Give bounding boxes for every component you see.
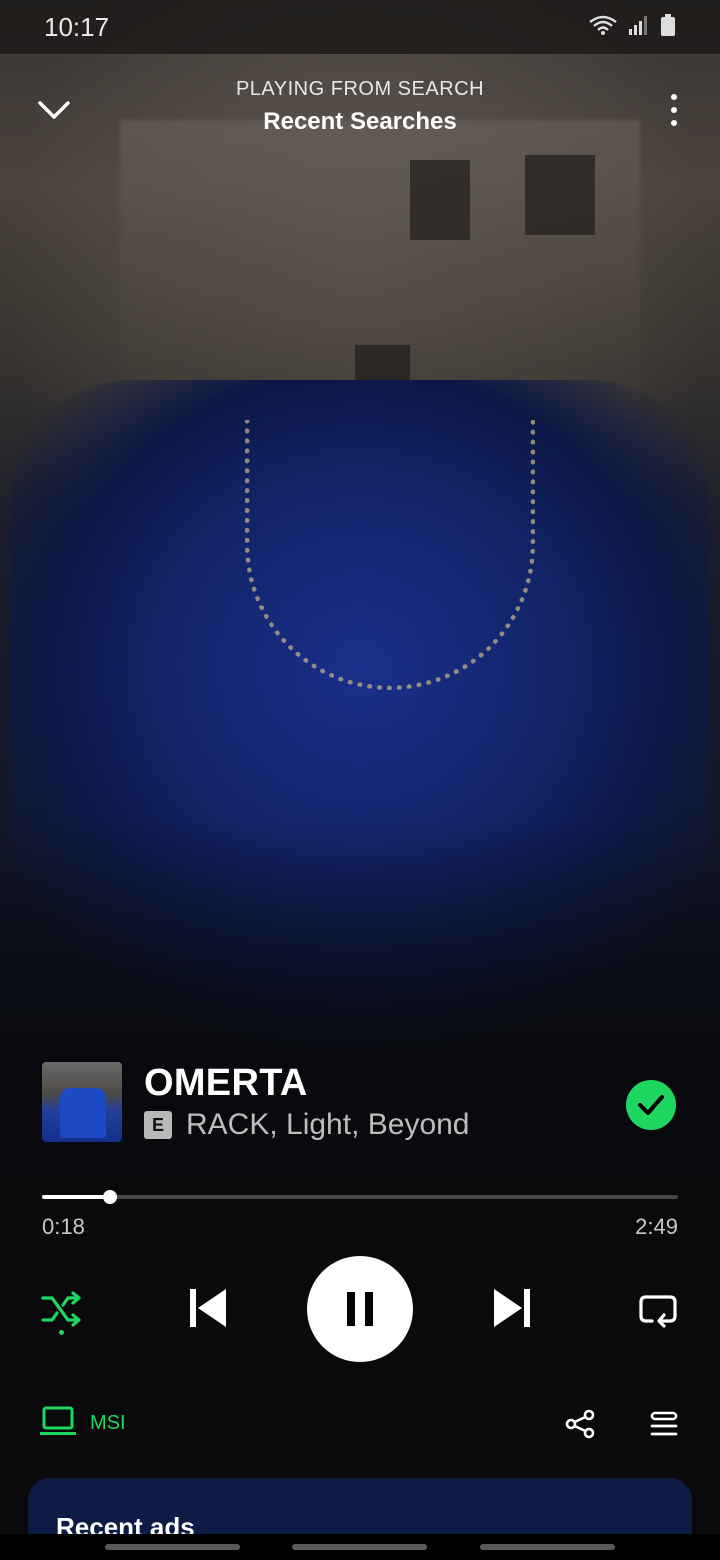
elapsed-time: 0:18 <box>42 1214 85 1239</box>
check-circle-icon[interactable] <box>626 1080 676 1130</box>
recent-ads-card[interactable]: Recent ads <box>28 1478 692 1538</box>
nav-recents-handle[interactable] <box>105 1544 240 1550</box>
artwork-window <box>410 160 470 240</box>
signal-icon <box>628 14 650 41</box>
player-header: PLAYING FROM SEARCH Recent Searches <box>0 70 720 150</box>
skip-previous-icon[interactable] <box>184 1284 232 1332</box>
connect-device-button[interactable]: MSI <box>40 1406 126 1441</box>
pause-icon[interactable] <box>307 1256 413 1362</box>
battery-icon <box>660 13 676 42</box>
cover-shirt <box>60 1088 106 1138</box>
progress-fill <box>42 1195 111 1199</box>
track-artists[interactable]: RACK, Light, Beyond <box>186 1108 470 1142</box>
status-icons <box>588 13 676 42</box>
playback-controls <box>0 1256 720 1362</box>
playing-from-label: PLAYING FROM SEARCH <box>235 78 485 100</box>
share-icon[interactable] <box>562 1406 598 1442</box>
progress-bar[interactable] <box>42 1190 678 1204</box>
playing-from-context[interactable]: Recent Searches <box>0 108 720 136</box>
explicit-badge: E <box>144 1111 172 1139</box>
track-title[interactable]: OMERTA <box>144 1062 308 1105</box>
artwork-window <box>525 155 595 235</box>
track-info: OMERTA E RACK, Light, Beyond <box>42 1062 682 1144</box>
nav-home-handle[interactable] <box>292 1544 427 1550</box>
device-name: MSI <box>90 1412 126 1434</box>
nav-back-handle[interactable] <box>480 1544 615 1550</box>
queue-icon[interactable] <box>648 1406 680 1442</box>
more-vertical-icon[interactable] <box>664 88 684 132</box>
total-duration: 2:49 <box>635 1214 678 1239</box>
album-cover-thumbnail[interactable] <box>42 1062 122 1142</box>
shuffle-icon[interactable] <box>38 1286 86 1334</box>
status-time: 10:17 <box>44 11 110 42</box>
artists-row: E RACK, Light, Beyond <box>144 1108 470 1142</box>
skip-next-icon[interactable] <box>488 1284 536 1332</box>
status-bar: 10:17 <box>0 0 720 54</box>
shuffle-active-indicator <box>59 1330 64 1335</box>
repeat-icon[interactable] <box>634 1286 682 1334</box>
wifi-icon <box>588 13 618 42</box>
bottom-actions: MSI <box>0 1400 720 1448</box>
progress-track <box>42 1195 678 1199</box>
system-navigation-bar <box>0 1534 720 1560</box>
laptop-icon <box>40 1406 76 1441</box>
progress-thumb[interactable] <box>103 1190 118 1204</box>
